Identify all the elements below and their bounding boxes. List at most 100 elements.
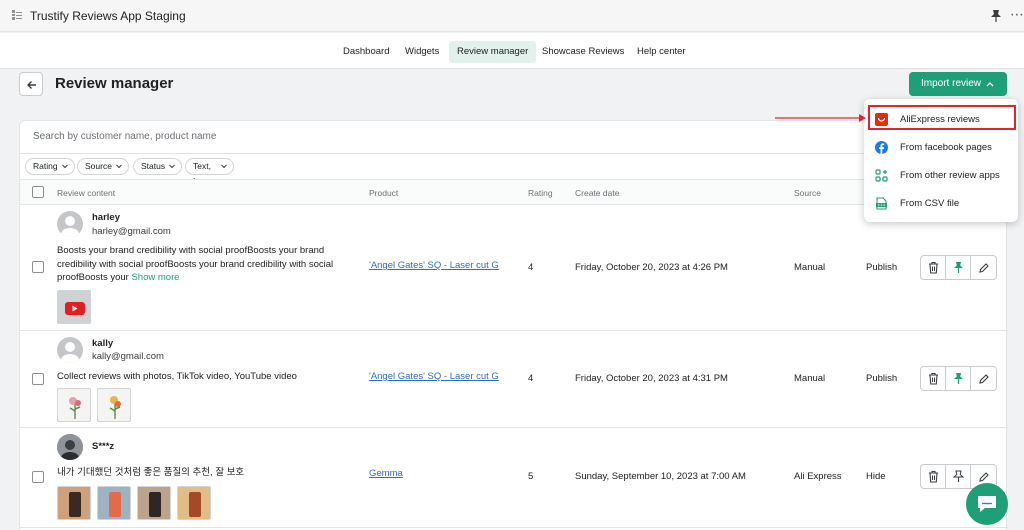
pin-button[interactable] — [946, 465, 971, 488]
chevron-down-icon — [116, 164, 122, 169]
row-checkbox[interactable] — [32, 471, 44, 483]
arrow-left-icon — [27, 81, 36, 89]
reviewer-name: S***z — [92, 441, 115, 452]
chevron-down-icon — [220, 164, 227, 169]
reviewer-name: harley — [92, 212, 120, 223]
user-photo — [57, 434, 83, 460]
youtube-icon — [65, 302, 85, 315]
filter-status[interactable]: Status — [133, 158, 183, 175]
table-row: kally kally@gmail.com Collect reviews wi… — [20, 331, 1008, 428]
product-link[interactable]: 'Angel Gates' SQ - Laser cut G — [369, 260, 499, 271]
header-create-date: Create date — [575, 188, 620, 198]
chevron-down-icon — [61, 164, 68, 169]
delete-button[interactable] — [921, 465, 946, 488]
select-all-checkbox[interactable] — [32, 186, 44, 198]
review-photo[interactable] — [97, 388, 131, 422]
header-review-content: Review content — [57, 188, 116, 198]
source-value: Manual — [794, 262, 826, 273]
table-header: Review content Product Rating Create dat… — [20, 179, 1008, 205]
pin-button[interactable] — [946, 256, 971, 279]
tab-dashboard[interactable]: Dashboard — [335, 41, 397, 63]
menu-item-facebook[interactable]: From facebook pages — [864, 134, 1018, 160]
create-date: Sunday, September 10, 2023 at 7:00 AM — [575, 471, 746, 482]
page-title: Review manager — [55, 75, 174, 92]
reviewer-email: kally@gmail.com — [92, 351, 164, 362]
review-text: Boosts your brand credibility with socia… — [57, 245, 334, 283]
more-icon[interactable]: ⋯ — [1010, 6, 1024, 23]
status-value: Publish — [866, 262, 898, 273]
flower-image — [69, 397, 81, 419]
filter-rating[interactable]: Rating — [25, 158, 75, 175]
highlight-box — [868, 105, 1016, 130]
product-link[interactable]: Gemma — [369, 468, 403, 479]
tab-help-center[interactable]: Help center — [629, 41, 694, 63]
edit-button[interactable] — [971, 256, 996, 279]
tab-widgets[interactable]: Widgets — [397, 41, 447, 63]
search-input[interactable]: Search by customer name, product name — [33, 131, 216, 142]
pencil-icon — [979, 472, 989, 482]
app-title: Trustify Reviews App Staging — [30, 9, 186, 23]
menu-item-other-apps[interactable]: From other review apps — [864, 162, 1018, 188]
product-link[interactable]: 'Angel Gates' SQ - Laser cut G — [369, 371, 499, 382]
product-image — [138, 487, 170, 519]
import-review-label: Import review — [921, 78, 982, 89]
top-nav: Dashboard Widgets Review manager Showcas… — [0, 33, 1024, 69]
review-photo[interactable] — [137, 486, 171, 520]
flower-image — [109, 396, 121, 419]
delete-button[interactable] — [921, 367, 946, 390]
avatar — [57, 337, 83, 363]
pin-button[interactable] — [946, 367, 971, 390]
menu-item-csv[interactable]: From CSV file — [864, 190, 1018, 216]
search-bar[interactable]: Search by customer name, product name — [20, 121, 1008, 154]
trash-icon — [929, 470, 938, 483]
chevron-up-icon — [986, 82, 994, 87]
edit-button[interactable] — [971, 367, 996, 390]
import-review-button[interactable]: Import review — [909, 72, 1007, 96]
header-source: Source — [794, 188, 821, 198]
header-rating: Rating — [528, 188, 553, 198]
tab-review-manager[interactable]: Review manager — [449, 41, 537, 63]
pencil-icon — [979, 263, 989, 273]
pin-filled-icon — [954, 262, 963, 273]
row-actions — [920, 366, 997, 391]
back-button[interactable] — [19, 72, 43, 96]
row-actions — [920, 255, 997, 280]
product-image — [178, 487, 210, 519]
red-arrow-annotation — [775, 114, 866, 122]
row-checkbox[interactable] — [32, 373, 44, 385]
header-product: Product — [369, 188, 399, 198]
review-text: Collect reviews with photos, TikTok vide… — [57, 371, 297, 382]
chat-icon — [978, 496, 996, 512]
youtube-thumb[interactable] — [57, 290, 91, 324]
app-bar: Trustify Reviews App Staging ⋯ — [0, 0, 1024, 32]
filter-source[interactable]: Source — [77, 158, 129, 175]
status-value: Hide — [866, 471, 886, 482]
pin-filled-icon — [954, 373, 963, 384]
tab-showcase-reviews[interactable]: Showcase Reviews — [534, 41, 632, 63]
create-date: Friday, October 20, 2023 at 4:26 PM — [575, 262, 728, 273]
pencil-icon — [979, 374, 989, 384]
review-photo[interactable] — [57, 486, 91, 520]
review-photo[interactable] — [177, 486, 211, 520]
pin-outline-icon — [953, 470, 964, 482]
menu-item-label: From CSV file — [900, 198, 960, 209]
show-more-link[interactable]: Show more — [131, 272, 179, 283]
app-grid-icon — [12, 10, 22, 20]
delete-button[interactable] — [921, 256, 946, 279]
review-photo[interactable] — [57, 388, 91, 422]
row-checkbox[interactable] — [32, 261, 44, 273]
facebook-icon — [875, 141, 888, 154]
create-date: Friday, October 20, 2023 at 4:31 PM — [575, 373, 728, 384]
avatar — [57, 211, 83, 237]
trash-icon — [929, 372, 938, 385]
filter-content-type[interactable]: Text, Image — [185, 158, 234, 186]
table-row: S***z 내가 기대했던 것처럼 좋은 품질의 추천, 잘 보호 Gemma … — [20, 428, 1008, 528]
rating-value: 4 — [528, 262, 534, 273]
pin-icon[interactable] — [990, 9, 1002, 23]
review-photo[interactable] — [97, 486, 131, 520]
source-value: Manual — [794, 373, 826, 384]
review-text: 내가 기대했던 것처럼 좋은 품질의 추천, 잘 보호 — [57, 467, 245, 478]
product-image — [98, 487, 130, 519]
reviewer-email: harley@gmail.com — [92, 226, 171, 237]
chat-button[interactable] — [966, 483, 1008, 525]
